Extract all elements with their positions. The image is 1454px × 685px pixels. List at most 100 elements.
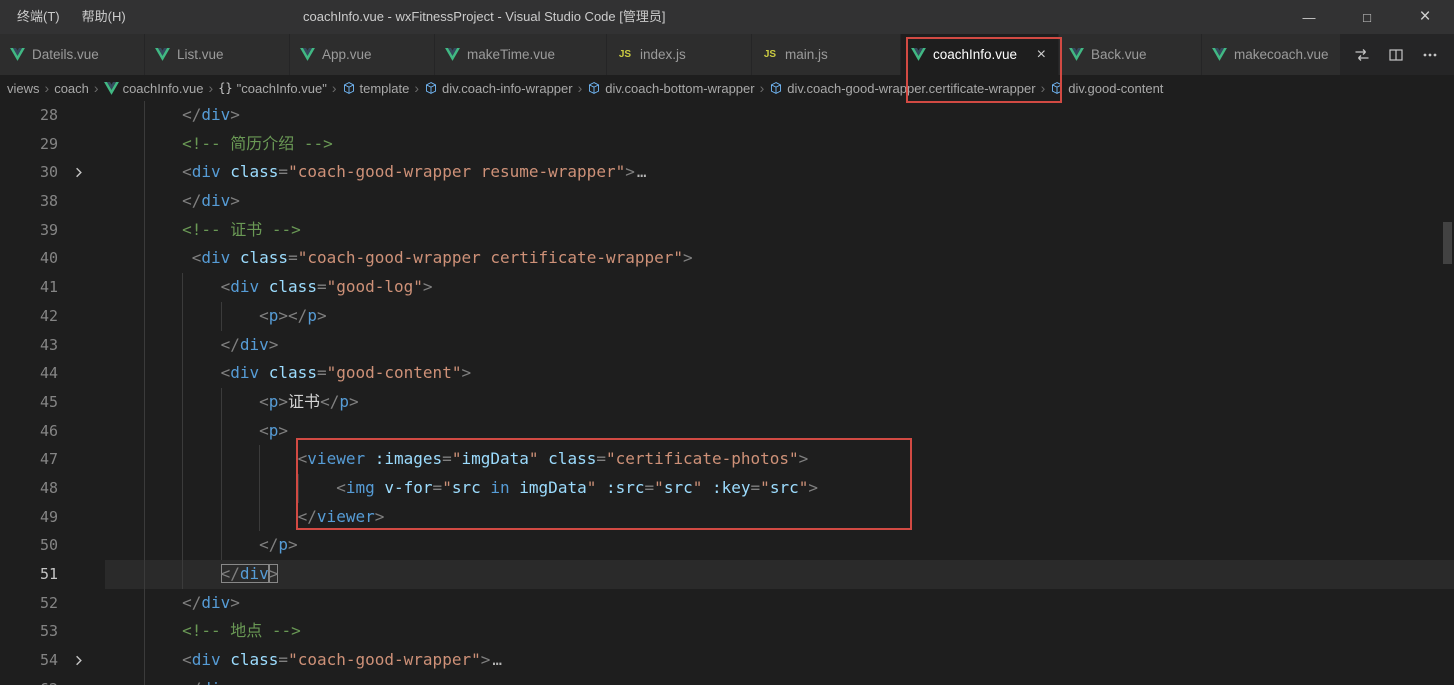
line-number[interactable]: 40: [0, 244, 58, 273]
code-text[interactable]: <!-- 地点 -->: [105, 617, 1454, 646]
code-line-41[interactable]: 41 <div class="good-log">: [0, 273, 1454, 302]
compare-changes-button[interactable]: [1350, 43, 1374, 67]
line-number[interactable]: 48: [0, 474, 58, 503]
breadcrumb-item-8[interactable]: div.good-content: [1050, 81, 1163, 96]
code-text[interactable]: </div>: [105, 101, 1454, 130]
code-text[interactable]: <viewer :images="imgData" class="certifi…: [105, 445, 1454, 474]
tab-list-vue[interactable]: List.vue: [145, 34, 290, 75]
code-text[interactable]: <p>证书</p>: [105, 388, 1454, 417]
code-line-48[interactable]: 48 <img v-for="src in imgData" :src="src…: [0, 474, 1454, 503]
code-line-43[interactable]: 43 </div>: [0, 331, 1454, 360]
code-line-39[interactable]: 39 <!-- 证书 -->: [0, 216, 1454, 245]
more-actions-button[interactable]: [1418, 43, 1442, 67]
breadcrumb-item-7[interactable]: div.coach-good-wrapper.certificate-wrapp…: [769, 81, 1035, 96]
line-number[interactable]: 45: [0, 388, 58, 417]
split-editor-button[interactable]: [1384, 43, 1408, 67]
tab-index-js[interactable]: JSindex.js: [607, 34, 752, 75]
tab-maketime-vue[interactable]: makeTime.vue: [435, 34, 607, 75]
line-number[interactable]: 38: [0, 187, 58, 216]
editor[interactable]: 28 </div>29 <!-- 简历介绍 -->30 <div class="…: [0, 101, 1454, 685]
code-text[interactable]: <p>: [105, 417, 1454, 446]
code-text[interactable]: </p>: [105, 531, 1454, 560]
code-text[interactable]: </div>: [105, 560, 1454, 589]
breadcrumb-item-3[interactable]: {}"coachInfo.vue": [218, 81, 327, 96]
line-number[interactable]: 54: [0, 646, 58, 675]
menu-item-0[interactable]: 终端(T): [6, 0, 71, 34]
indent-guide: [182, 503, 183, 532]
line-number[interactable]: 49: [0, 503, 58, 532]
code-line-54[interactable]: 54 <div class="coach-good-wrapper">…: [0, 646, 1454, 675]
fold-expand-arrow[interactable]: [58, 646, 105, 675]
code-line-49[interactable]: 49 </viewer>: [0, 503, 1454, 532]
code-line-46[interactable]: 46 <p>: [0, 417, 1454, 446]
line-number[interactable]: 43: [0, 331, 58, 360]
breadcrumb-item-5[interactable]: div.coach-info-wrapper: [424, 81, 573, 96]
tab-makecoach-vue[interactable]: makecoach.vue: [1202, 34, 1341, 75]
line-number[interactable]: 41: [0, 273, 58, 302]
code-line-45[interactable]: 45 <p>证书</p>: [0, 388, 1454, 417]
breadcrumb-item-6[interactable]: div.coach-bottom-wrapper: [587, 81, 754, 96]
code-line-28[interactable]: 28 </div>: [0, 101, 1454, 130]
code-line-50[interactable]: 50 </p>: [0, 531, 1454, 560]
code-line-40[interactable]: 40 <div class="coach-good-wrapper certif…: [0, 244, 1454, 273]
vue-icon: [445, 48, 460, 61]
line-number[interactable]: 39: [0, 216, 58, 245]
code-text[interactable]: </div>: [105, 589, 1454, 618]
code-line-47[interactable]: 47 <viewer :images="imgData" class="cert…: [0, 445, 1454, 474]
close-window-button[interactable]: ×: [1396, 0, 1454, 34]
line-number[interactable]: 50: [0, 531, 58, 560]
code-line-53[interactable]: 53 <!-- 地点 -->: [0, 617, 1454, 646]
fold-expand-arrow[interactable]: [58, 158, 105, 187]
tab-main-js[interactable]: JSmain.js: [752, 34, 901, 75]
minimize-button[interactable]: —: [1280, 0, 1338, 34]
line-number[interactable]: 30: [0, 158, 58, 187]
code-text[interactable]: <div class="coach-good-wrapper">…: [105, 646, 1454, 675]
breadcrumb-item-0[interactable]: views: [7, 81, 40, 96]
maximize-button[interactable]: □: [1338, 0, 1396, 34]
code-line-52[interactable]: 52 </div>: [0, 589, 1454, 618]
code-text[interactable]: <div class="good-content">: [105, 359, 1454, 388]
code-text[interactable]: <div class="coach-good-wrapper certifica…: [105, 244, 1454, 273]
tab-close-icon[interactable]: ×: [1035, 47, 1048, 63]
code-text[interactable]: <div class="good-log">: [105, 273, 1454, 302]
breadcrumb-item-2[interactable]: coachInfo.vue: [104, 81, 204, 96]
code-line-30[interactable]: 30 <div class="coach-good-wrapper resume…: [0, 158, 1454, 187]
code-line-29[interactable]: 29 <!-- 简历介绍 -->: [0, 130, 1454, 159]
menu-item-1[interactable]: 帮助(H): [71, 0, 137, 34]
code-text[interactable]: </div>: [105, 331, 1454, 360]
line-number[interactable]: 46: [0, 417, 58, 446]
breadcrumb-label: template: [360, 81, 410, 96]
code-line-38[interactable]: 38 </div>: [0, 187, 1454, 216]
tab-dateils-vue[interactable]: Dateils.vue: [0, 34, 145, 75]
tab-coachinfo-vue[interactable]: coachInfo.vue×: [901, 34, 1059, 75]
line-number[interactable]: 47: [0, 445, 58, 474]
code-text[interactable]: </viewer>: [105, 503, 1454, 532]
line-number[interactable]: 53: [0, 617, 58, 646]
code-line-62[interactable]: 62 </div>: [0, 675, 1454, 685]
tab-app-vue[interactable]: App.vue: [290, 34, 435, 75]
line-number[interactable]: 42: [0, 302, 58, 331]
breadcrumb-item-1[interactable]: coach: [54, 81, 89, 96]
code-text[interactable]: <div class="coach-good-wrapper resume-wr…: [105, 158, 1454, 187]
line-number[interactable]: 44: [0, 359, 58, 388]
line-number[interactable]: 62: [0, 675, 58, 685]
code-text[interactable]: </div>: [105, 187, 1454, 216]
chevron-right-icon: ›: [332, 80, 337, 96]
line-number[interactable]: 29: [0, 130, 58, 159]
line-number[interactable]: 51: [0, 560, 58, 589]
code-line-42[interactable]: 42 <p></p>: [0, 302, 1454, 331]
tab-back-vue[interactable]: Back.vue: [1059, 34, 1202, 75]
code-text[interactable]: <!-- 简历介绍 -->: [105, 130, 1454, 159]
line-number[interactable]: 28: [0, 101, 58, 130]
code-text[interactable]: </div>: [105, 675, 1454, 685]
code-text[interactable]: <!-- 证书 -->: [105, 216, 1454, 245]
breadcrumb-label: coach: [54, 81, 89, 96]
code-line-44[interactable]: 44 <div class="good-content">: [0, 359, 1454, 388]
line-number[interactable]: 52: [0, 589, 58, 618]
breadcrumb-item-4[interactable]: template: [342, 81, 410, 96]
scrollbar-thumb[interactable]: [1443, 222, 1452, 264]
code-line-51[interactable]: 51 </div>: [0, 560, 1454, 589]
breadcrumb-label: div.good-content: [1068, 81, 1163, 96]
code-text[interactable]: <img v-for="src in imgData" :src="src" :…: [105, 474, 1454, 503]
code-text[interactable]: <p></p>: [105, 302, 1454, 331]
